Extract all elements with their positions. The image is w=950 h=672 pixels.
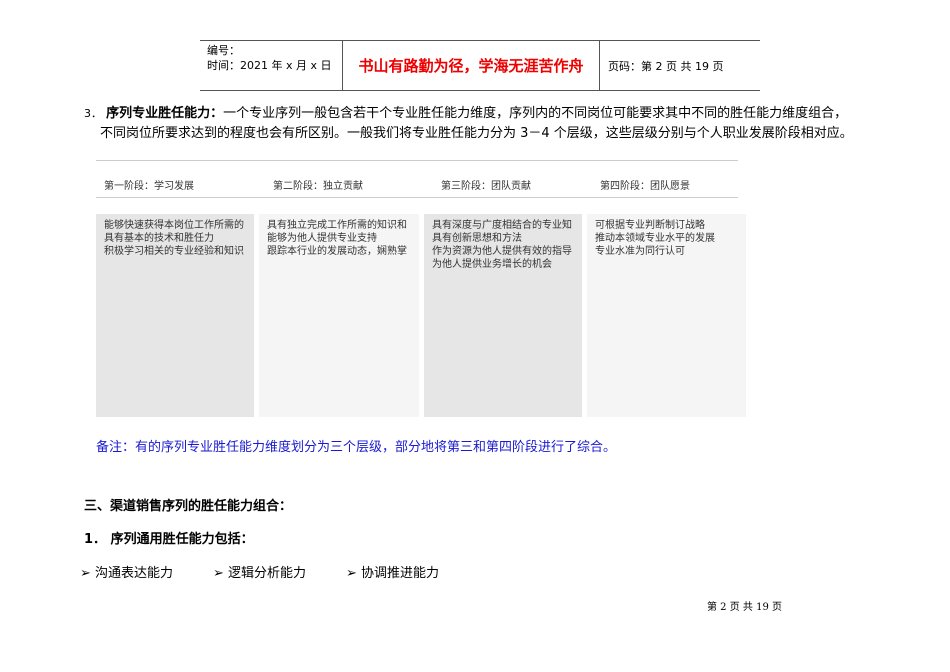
box-line: 能够为他人提供专业支持 (267, 233, 377, 244)
header-meta: 编号： 时间：2021 年 x 月 x 日 (200, 41, 342, 90)
box-line: 具有创新思想和方法 (432, 233, 522, 244)
box-line: 具有深度与广度相结合的专业知 (432, 220, 572, 231)
header-page-info: 页码：第 2 页 共 19 页 (608, 59, 724, 73)
stage-header-row: 第一阶段：学习发展 第二阶段：独立贡献 第三阶段：团队贡献 第四阶段：团队愿景 (96, 160, 738, 198)
box-line: 跟踪本行业的发展动态，娴熟掌 (267, 246, 407, 257)
box-line: 能够快速获得本岗位工作所需的 (104, 220, 244, 231)
arrow-bullet-icon: ➢ (80, 566, 91, 581)
box-line: 为他人提供业务增长的机会 (432, 259, 552, 270)
box-line: 可根据专业判断制订战略 (595, 220, 705, 231)
bullet-text: 协调推进能力 (361, 566, 440, 581)
note-text: 备注：有的序列专业胜任能力维度划分为三个层级，部分地将第三和第四阶段进行了综合。 (96, 440, 617, 455)
stage-box-1: 能够快速获得本岗位工作所需的 具有基本的技术和胜任力积极学习相关的专业经验和知识 (96, 214, 254, 417)
document-page: 编号： 时间：2021 年 x 月 x 日 书山有路勤为径，学海无涯苦作舟 页码：… (0, 0, 950, 672)
box-line: 具有独立完成工作所需的知识和 (267, 220, 407, 231)
stage-box-2: 具有独立完成工作所需的知识和 能够为他人提供专业支持跟踪本行业的发展动态，娴熟掌 (259, 214, 419, 417)
arrow-bullet-icon: ➢ (346, 566, 357, 581)
box-line: 专业水准为同行认可 (595, 246, 685, 257)
number-label: 编号： (207, 44, 240, 57)
page-header: 编号： 时间：2021 年 x 月 x 日 书山有路勤为径，学海无涯苦作舟 页码：… (200, 40, 760, 91)
section-three-title: 三、渠道销售序列的胜任能力组合： (84, 499, 293, 514)
stage-box-3: 具有深度与广度相结合的专业知 具有创新思想和方法作为资源为他人提供有效的指导 为他人… (424, 214, 582, 417)
stage-box-4: 可根据专业判断制订战略 推动本领域专业水平的发展 专业水准为同行认可 (587, 214, 746, 417)
stage-1: 第一阶段：学习发展 (104, 181, 194, 192)
box-line: 积极学习相关的专业经验和知识 (104, 246, 244, 257)
box-line: 作为资源为他人提供有效的指导 (432, 246, 572, 257)
section3-line1: 一个专业序列一般包含若干个专业胜任能力维度，序列内的不同岗位可能要求其中不同的胜… (223, 106, 848, 121)
arrow-bullet-icon: ➢ (213, 566, 224, 581)
stage-3: 第三阶段：团队贡献 (441, 181, 531, 192)
header-motto: 书山有路勤为径，学海无涯苦作舟 (342, 41, 600, 90)
section3-line2: 不同岗位所要求达到的程度也会有所区别。一般我们将专业胜任能力分为 3－4 个层级… (100, 126, 853, 141)
box-line: 具有基本的技术和胜任力 (104, 233, 214, 244)
bullet-text: 沟通表达能力 (95, 566, 174, 581)
bullet-1: ➢ 沟通表达能力 (80, 564, 173, 584)
section3-title: 序列专业胜任能力： (106, 106, 224, 121)
section3-number: 3． (84, 107, 102, 120)
stage-2: 第二阶段：独立贡献 (273, 181, 363, 192)
date-label: 时间：2021 年 x 月 x 日 (207, 59, 332, 72)
subsection-1-title: 1． 序列通用胜任能力包括： (84, 532, 254, 547)
section3-paragraph: 3． 序列专业胜任能力：一个专业序列一般包含若干个专业胜任能力维度，序列内的不同… (84, 104, 853, 144)
page-footer: 第 2 页 共 19 页 (707, 602, 782, 613)
bullet-3: ➢ 协调推进能力 (346, 564, 439, 584)
bullet-2: ➢ 逻辑分析能力 (213, 564, 306, 584)
box-line: 推动本领域专业水平的发展 (595, 233, 715, 244)
bullet-text: 逻辑分析能力 (228, 566, 307, 581)
stage-4: 第四阶段：团队愿景 (600, 181, 690, 192)
